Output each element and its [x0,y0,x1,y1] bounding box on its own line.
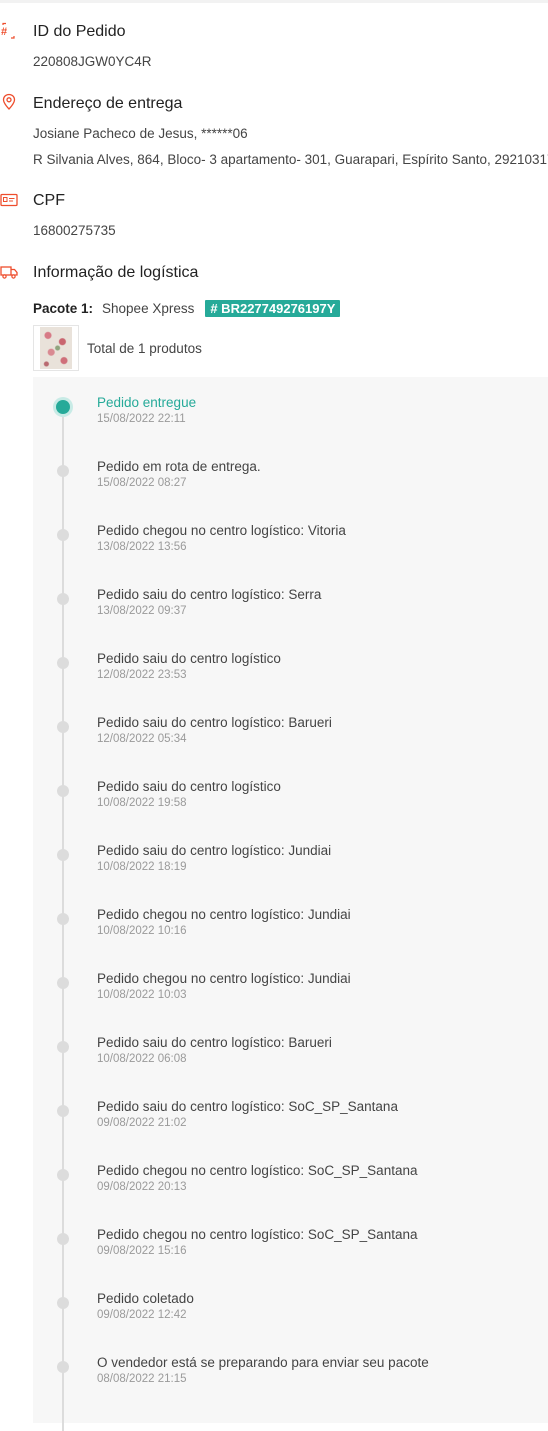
product-thumbnail[interactable] [33,325,79,371]
event-title: Pedido chegou no centro logístico: Vitor… [97,523,346,538]
event-time: 09/08/2022 21:02 [97,1117,187,1129]
id-card-icon [0,193,18,207]
event-title: Pedido em rota de entrega. [97,459,261,474]
event-time: 15/08/2022 22:11 [97,413,186,425]
event-title: Pedido saiu do centro logístico: Barueri [97,715,332,730]
event-title: O vendedor está se preparando para envia… [97,1355,429,1370]
order-id-title: ID do Pedido [33,23,126,40]
event-time: 10/08/2022 06:08 [97,1053,187,1065]
order-id-value: 220808JGW0YC4R [33,54,152,69]
top-divider [0,0,548,3]
event-title: Pedido saiu do centro logístico [97,651,281,666]
product-image [40,327,72,369]
timeline-dot [57,657,69,669]
event-time: 10/08/2022 10:03 [97,989,187,1001]
event-time: 10/08/2022 10:16 [97,925,187,937]
timeline-event: Pedido chegou no centro logístico: Jundi… [33,907,548,947]
cpf-title: CPF [33,192,65,209]
timeline-dot [57,529,69,541]
order-id-icon: # [1,22,15,39]
timeline-event: Pedido em rota de entrega. 15/08/2022 08:… [33,459,548,499]
event-time: 10/08/2022 18:19 [97,861,187,873]
timeline-dot [57,1105,69,1117]
event-time: 10/08/2022 19:58 [97,797,187,809]
timeline-dot [57,1169,69,1181]
event-time: 12/08/2022 05:34 [97,733,187,745]
timeline-dot [57,593,69,605]
timeline-dot [57,1297,69,1309]
event-time: 08/08/2022 21:15 [97,1373,187,1385]
timeline-event: Pedido saiu do centro logístico: Barueri… [33,715,548,755]
timeline-event: Pedido saiu do centro logístico: Barueri… [33,1035,548,1075]
cpf-value: 16800275735 [33,223,116,238]
address-recipient: Josiane Pacheco de Jesus, ******06 [33,126,248,141]
timeline-dot [57,465,69,477]
timeline-dot [57,1233,69,1245]
timeline-dot [57,1361,69,1373]
timeline-event: Pedido chegou no centro logístico: SoC_S… [33,1163,548,1203]
timeline-dot [57,721,69,733]
event-title: Pedido saiu do centro logístico: Barueri [97,1035,332,1050]
timeline-event: Pedido chegou no centro logístico: SoC_S… [33,1227,548,1267]
event-time: 13/08/2022 09:37 [97,605,187,617]
timeline-event: Pedido chegou no centro logístico: Jundi… [33,971,548,1011]
event-time: 09/08/2022 20:13 [97,1181,187,1193]
timeline-event: Pedido entregue 15/08/2022 22:11 [33,395,548,435]
event-title: Pedido saiu do centro logístico [97,779,281,794]
timeline-dot [57,785,69,797]
event-time: 15/08/2022 08:27 [97,477,187,489]
truck-icon [0,266,18,279]
tracking-timeline: Pedido entregue 15/08/2022 22:11 Pedido em… [33,377,548,1431]
timeline-event: Pedido saiu do centro logístico: Jundiai… [33,843,548,883]
timeline-dot [57,913,69,925]
event-time: 13/08/2022 13:56 [97,541,187,553]
tracking-number-badge[interactable]: # BR227749276197Y [205,299,341,317]
event-title: Pedido saiu do centro logístico: SoC_SP_… [97,1099,398,1114]
event-title: Pedido entregue [97,395,197,410]
package-label: Pacote 1: [33,300,94,316]
carrier-name: Shopee Xpress [102,300,195,316]
timeline-event: Pedido chegou no centro logístico: Vitor… [33,523,548,563]
timeline-event: Pedido saiu do centro logístico 10/08/202… [33,779,548,819]
package-row: Pacote 1: Shopee Xpress # BR227749276197… [33,298,341,318]
timeline-dot [57,977,69,989]
timeline-event: Pedido saiu do centro logístico: Serra 13… [33,587,548,627]
timeline-event: Pedido coletado 09/08/2022 12:42 [33,1291,548,1331]
event-title: Pedido saiu do centro logístico: Jundiai [97,843,332,858]
event-title: Pedido chegou no centro logístico: SoC_S… [97,1227,418,1242]
timeline-dot [57,1041,69,1053]
event-title: Pedido chegou no centro logístico: Jundi… [97,971,351,986]
products-total: Total de 1 produtos [87,341,202,356]
logistics-title: Informação de logística [33,264,199,281]
event-time: 09/08/2022 12:42 [97,1309,187,1321]
event-time: 12/08/2022 23:53 [97,669,187,681]
event-title: Pedido chegou no centro logístico: SoC_S… [97,1163,418,1178]
location-pin-icon [2,93,16,110]
event-time: 09/08/2022 15:16 [97,1245,187,1257]
timeline-event: Pedido saiu do centro logístico 12/08/202… [33,651,548,691]
timeline-event: O vendedor está se preparando para envia… [33,1355,548,1395]
timeline-dot [57,849,69,861]
timeline-event: Pedido saiu do centro logístico: SoC_SP_… [33,1099,548,1139]
address-title: Endereço de entrega [33,95,183,112]
event-title: Pedido saiu do centro logístico: Serra [97,587,322,602]
event-title: Pedido coletado [97,1291,194,1306]
timeline-dot-active [56,400,70,414]
event-title: Pedido chegou no centro logístico: Jundi… [97,907,351,922]
svg-text:#: # [1,26,7,38]
address-street: R Silvania Alves, 864, Bloco- 3 apartame… [33,152,548,167]
